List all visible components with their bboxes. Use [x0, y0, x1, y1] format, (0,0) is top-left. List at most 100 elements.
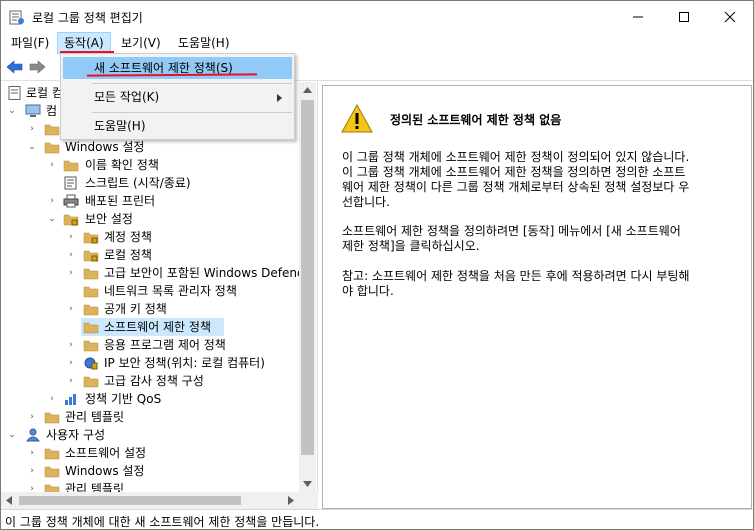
detail-paragraph-1: 이 그룹 정책 개체에 소프트웨어 제한 정책이 정의되어 있지 않습니다. 이…	[342, 150, 726, 210]
lock-folder-icon	[83, 250, 99, 262]
menu-item-all-tasks-label: 모든 작업(K)	[94, 90, 160, 104]
tree-item-network-list-manager[interactable]: 네트워크 목록 관리자 정책	[1, 282, 299, 300]
detail-paragraph-1-line: 선합니다.	[342, 195, 390, 209]
close-button[interactable]	[707, 1, 753, 32]
tree-item-admin-templates[interactable]: › 관리 템플릿	[1, 408, 299, 426]
main-window: 로컬 그룹 정책 편집기 파일(F) 동작(A) 보기(V) 도움말(H) 로컬…	[0, 0, 754, 530]
menu-file[interactable]: 파일(F)	[5, 32, 55, 54]
folder-icon	[44, 412, 60, 424]
window-title: 로컬 그룹 정책 편집기	[32, 11, 143, 25]
chevron-right-icon[interactable]: ›	[47, 390, 57, 408]
tree-item-user-config[interactable]: ⌄ 사용자 구성	[1, 426, 299, 444]
menu-item-all-tasks[interactable]: 모든 작업(K)	[63, 86, 292, 108]
minimize-icon	[633, 16, 643, 17]
menu-separator	[92, 83, 292, 84]
chevron-right-icon[interactable]: ›	[27, 444, 37, 462]
folder-icon	[83, 286, 99, 298]
folder-open-icon	[44, 142, 60, 154]
folder-icon	[63, 160, 79, 172]
chevron-right-icon[interactable]: ›	[66, 246, 76, 264]
menu-item-help[interactable]: 도움말(H)	[63, 115, 292, 137]
computer-icon	[25, 104, 41, 117]
qos-chart-icon	[65, 394, 76, 405]
folder-icon	[83, 322, 99, 334]
tree-item-policy-based-qos[interactable]: › 정책 기반 QoS	[1, 390, 299, 408]
chevron-right-icon[interactable]: ›	[47, 192, 57, 210]
menu-view[interactable]: 보기(V)	[115, 32, 167, 54]
detail-paragraph-3-line: 참고: 소프트웨어 제한 정책을 처음 만든 후에 적용하려면 다시 부팅해	[342, 269, 690, 283]
folder-icon	[44, 466, 60, 478]
submenu-arrow-icon	[277, 94, 282, 102]
group-policy-app-icon	[9, 10, 24, 25]
chevron-down-icon[interactable]: ⌄	[27, 138, 37, 156]
tree-item-ip-security-policies[interactable]: › IP 보안 정책(위치: 로컬 컴퓨터)	[1, 354, 299, 372]
detail-paragraph-3: 참고: 소프트웨어 제한 정책을 처음 만든 후에 적용하려면 다시 부팅해 야…	[342, 269, 726, 299]
ip-security-icon	[84, 357, 98, 370]
chevron-down-icon[interactable]: ⌄	[7, 102, 17, 120]
title-bar: 로컬 그룹 정책 편집기	[1, 1, 753, 32]
menu-help[interactable]: 도움말(H)	[172, 32, 236, 54]
tree-item-security-settings[interactable]: ⌄ 보안 설정	[1, 210, 299, 228]
chevron-right-icon[interactable]: ›	[27, 120, 37, 138]
tree-item-public-key-policies[interactable]: › 공개 키 정책	[1, 300, 299, 318]
detail-paragraph-1-line: 이 그룹 정책 개체에 소프트웨어 제한 정책을 정의하면 정의한 소프트	[342, 165, 686, 179]
detail-paragraph-2: 소프트웨어 제한 정책을 정의하려면 [동작] 메뉴에서 [새 소프트웨어 제한…	[342, 224, 726, 254]
detail-paragraph-1-line: 이 그룹 정책 개체에 소프트웨어 제한 정책이 정의되어 있지 않습니다.	[342, 150, 690, 164]
forward-button[interactable]	[27, 58, 47, 76]
tree-item-application-control-policies[interactable]: › 응용 프로그램 제어 정책	[1, 336, 299, 354]
detail-pane: 정의된 소프트웨어 제한 정책 없음 이 그룹 정책 개체에 소프트웨어 제한 …	[322, 85, 752, 509]
minimize-button[interactable]	[615, 1, 661, 32]
folder-icon	[44, 124, 60, 136]
chevron-right-icon[interactable]: ›	[66, 300, 76, 318]
folder-icon	[83, 376, 99, 388]
tree-item-user-windows-settings[interactable]: › Windows 설정	[1, 462, 299, 480]
folder-icon	[83, 304, 99, 316]
status-text: 이 그룹 정책 개체에 대한 새 소프트웨어 제한 정책을 만듭니다.	[5, 515, 320, 529]
tree-pane: 로컬 컴 ⌄ 컴 › ⌄ Windows 설정 › 이름 확인 정책 스크립트 …	[1, 82, 318, 510]
detail-heading: 정의된 소프트웨어 제한 정책 없음	[390, 113, 562, 127]
detail-paragraph-1-line: 웨어 제한 정책이 다른 그룹 정책 개체로부터 상속된 정책 설정보다 우	[342, 180, 690, 194]
folder-icon	[83, 340, 99, 352]
chevron-right-icon[interactable]: ›	[66, 372, 76, 390]
menu-separator	[92, 112, 292, 113]
chevron-right-icon[interactable]: ›	[27, 462, 37, 480]
tree-item-advanced-audit-policy[interactable]: › 고급 감사 정책 구성	[1, 372, 299, 390]
chevron-right-icon[interactable]: ›	[66, 228, 76, 246]
status-bar: 이 그룹 정책 개체에 대한 새 소프트웨어 제한 정책을 만듭니다.	[1, 509, 753, 529]
chevron-right-icon[interactable]: ›	[66, 336, 76, 354]
back-arrow-icon	[6, 60, 23, 74]
security-folder-icon	[63, 214, 79, 226]
tree-item-name-resolution-policy[interactable]: › 이름 확인 정책	[1, 156, 299, 174]
warning-icon	[341, 104, 373, 133]
lock-folder-icon	[83, 232, 99, 244]
chevron-right-icon[interactable]: ›	[27, 408, 37, 426]
scroll-down-icon[interactable]	[303, 481, 312, 487]
chevron-down-icon[interactable]: ⌄	[47, 210, 57, 228]
detail-paragraph-2-line: 소프트웨어 제한 정책을 정의하려면 [동작] 메뉴에서 [새 소프트웨어	[342, 224, 681, 238]
policy-document-icon	[8, 86, 21, 100]
user-icon	[25, 428, 41, 442]
tree-horizontal-scroll-thumb[interactable]	[19, 496, 241, 505]
tree-item-scripts[interactable]: 스크립트 (시작/종료)	[1, 174, 299, 192]
tree-vertical-scroll-thumb[interactable]	[301, 100, 314, 455]
tree-item-deployed-printers[interactable]: › 배포된 프린터	[1, 192, 299, 210]
tree-item-windows-settings[interactable]: ⌄ Windows 설정	[1, 138, 299, 156]
scroll-left-icon[interactable]	[6, 496, 12, 505]
chevron-right-icon[interactable]: ›	[66, 354, 76, 372]
tree-item-account-policies[interactable]: › 계정 정책	[1, 228, 299, 246]
tree-item-windows-defender-firewall[interactable]: › 고급 보안이 포함된 Windows Defender	[1, 264, 299, 282]
forward-arrow-icon	[29, 60, 46, 74]
chevron-right-icon[interactable]: ›	[66, 264, 76, 282]
chevron-down-icon[interactable]: ⌄	[7, 426, 17, 444]
scroll-up-icon[interactable]	[303, 87, 312, 93]
chevron-right-icon[interactable]: ›	[47, 156, 57, 174]
back-button[interactable]	[5, 58, 25, 76]
maximize-icon	[679, 11, 689, 22]
maximize-button[interactable]	[661, 1, 707, 32]
printer-icon	[63, 194, 79, 208]
detail-paragraph-2-line: 제한 정책]을 클릭하십시오.	[342, 239, 480, 253]
tree-item-software-restriction-policies[interactable]: 소프트웨어 제한 정책	[81, 318, 224, 336]
tree-item-user-software-settings[interactable]: › 소프트웨어 설정	[1, 444, 299, 462]
scroll-right-icon[interactable]	[288, 496, 294, 505]
tree-item-local-policies[interactable]: › 로컬 정책	[1, 246, 299, 264]
